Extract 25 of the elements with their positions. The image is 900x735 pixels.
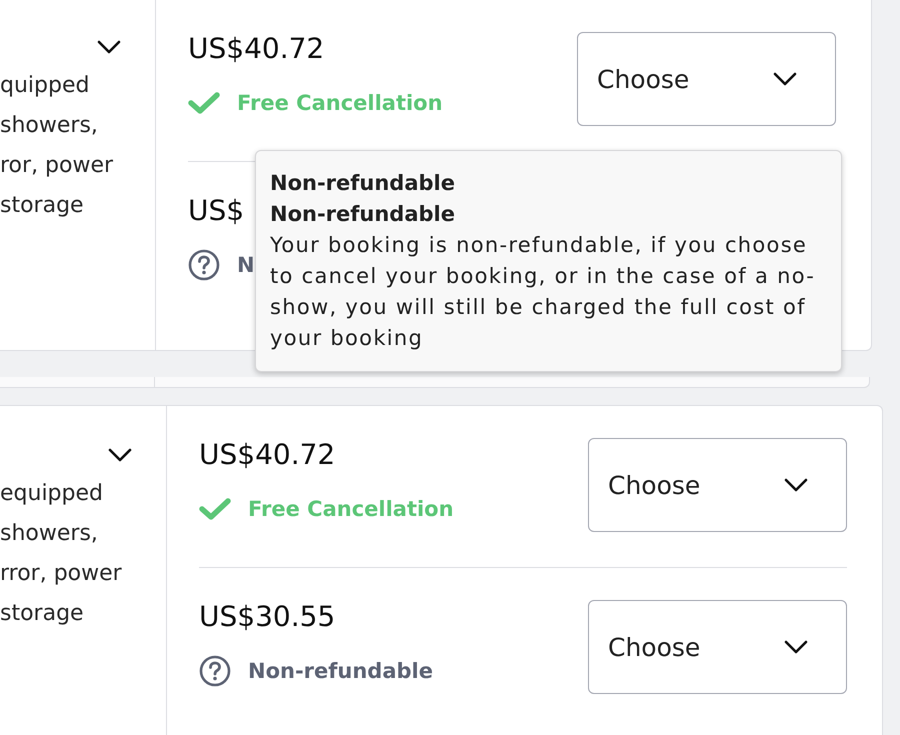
question-circle-icon[interactable] — [188, 249, 220, 281]
room-description: equipped showers, rror, power storage — [0, 480, 122, 628]
caret-icon — [784, 640, 808, 654]
room-description: quipped showers, ror, power storage — [0, 72, 114, 220]
policy-label: Free Cancellation — [248, 497, 454, 521]
choose-dropdown[interactable]: Choose — [588, 600, 847, 694]
price-text: US$40.72 — [188, 32, 326, 66]
question-circle-icon[interactable] — [199, 655, 231, 687]
choose-dropdown[interactable]: Choose — [577, 32, 836, 126]
chevron-down-icon[interactable] — [108, 448, 132, 462]
price-text: US$40.72 — [199, 438, 336, 472]
chevron-down-icon[interactable] — [97, 40, 121, 54]
tooltip-heading: Non-refundable — [270, 170, 456, 197]
policy-label: Non-refundable — [248, 659, 433, 683]
price-text: US$30.55 — [199, 600, 336, 634]
policy-label: N — [237, 253, 255, 277]
check-icon — [199, 498, 231, 520]
price-text: US$ — [188, 194, 246, 228]
tooltip-text: Your booking is non-refundable, if you choose to cancel your booking, or in the case of a no-show, you will still be charged the full cost of your booking — [270, 232, 816, 352]
caret-icon — [784, 478, 808, 492]
policy-label: Free Cancellation — [237, 91, 443, 115]
caret-icon — [773, 72, 797, 86]
choose-dropdown[interactable]: Choose — [588, 438, 847, 532]
tooltip-heading: Non-refundable — [270, 201, 456, 228]
check-icon — [188, 92, 220, 114]
